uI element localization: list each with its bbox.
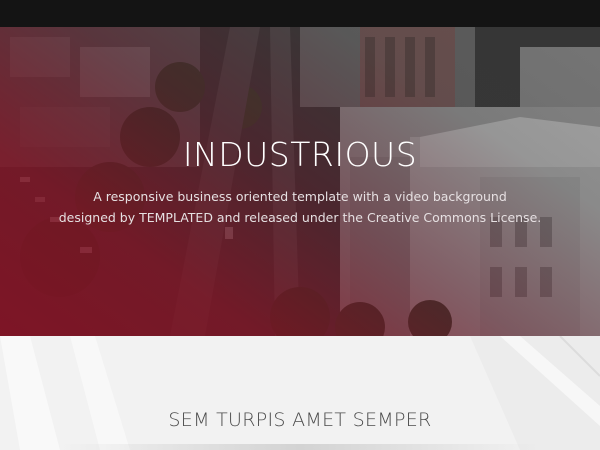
section-text-fade <box>60 444 540 450</box>
hero-banner: INDUSTRIOUS A responsive business orient… <box>0 27 600 336</box>
section-heading: SEM TURPIS AMET SEMPER <box>168 409 432 431</box>
hero-color-overlay <box>0 27 600 336</box>
section-background-pattern <box>0 336 600 450</box>
intro-section: SEM TURPIS AMET SEMPER <box>0 336 600 450</box>
hero-title: INDUSTRIOUS <box>182 135 418 174</box>
top-header-bar <box>0 0 600 27</box>
hero-subtitle-line-2: designed by TEMPLATED and released under… <box>58 210 542 225</box>
hero-subtitle-line-1: A responsive business oriented template … <box>93 189 507 204</box>
